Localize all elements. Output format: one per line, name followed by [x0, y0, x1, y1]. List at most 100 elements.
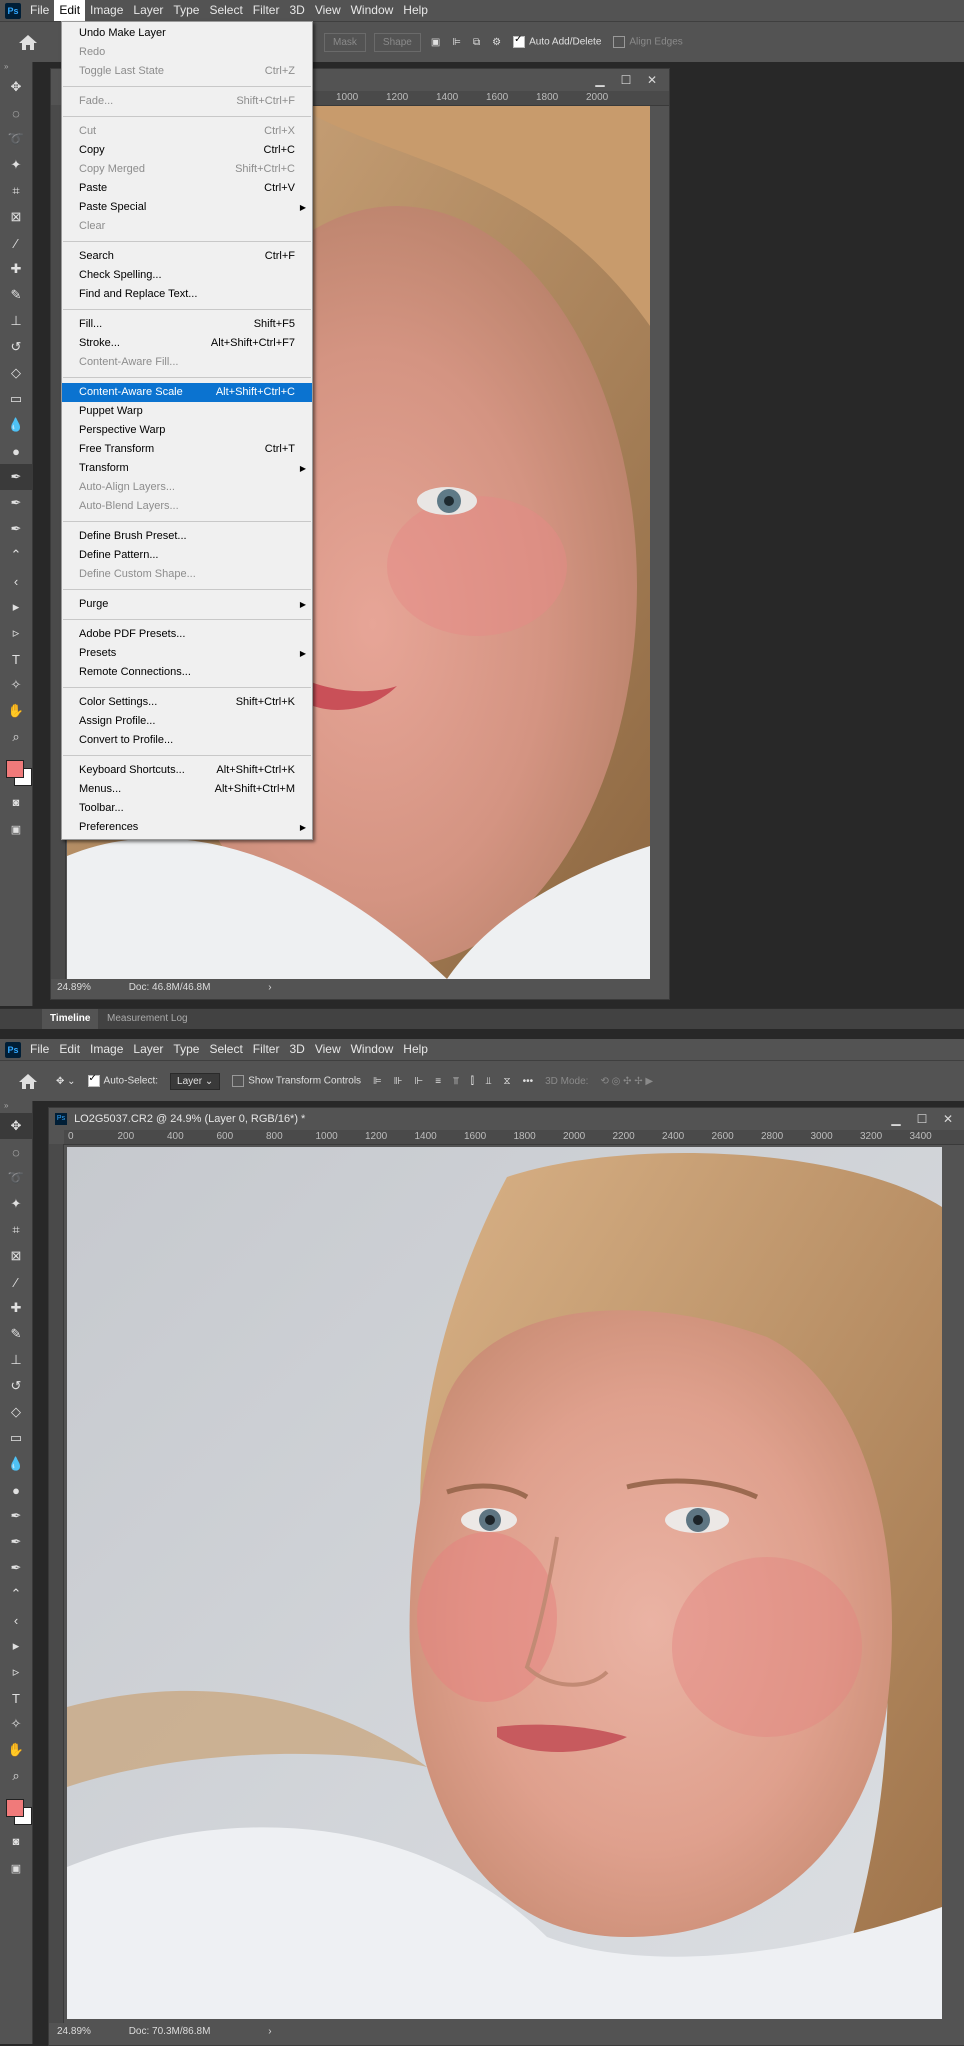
menu-type[interactable]: Type [168, 0, 204, 21]
menu-item-keyboard-shortcuts[interactable]: Keyboard Shortcuts... Alt+Shift+Ctrl+K [62, 761, 312, 780]
menu-item-define-brush-preset[interactable]: Define Brush Preset... [62, 527, 312, 546]
menu-item-redo[interactable]: Redo [62, 43, 312, 62]
menu-item-purge[interactable]: Purge ▶ [62, 595, 312, 614]
history-brush-tool-icon[interactable]: ↺ [0, 1373, 32, 1399]
menu-item-free-transform[interactable]: Free Transform Ctrl+T [62, 440, 312, 459]
direct-selection-tool-icon[interactable]: ▹ [0, 1659, 32, 1685]
align-bottom-icon[interactable]: ⫫ [486, 1076, 492, 1087]
menu-item-clear[interactable]: Clear [62, 217, 312, 236]
eraser-tool-icon[interactable]: ◇ [0, 360, 32, 386]
dodge-tool-icon[interactable]: ● [0, 438, 32, 464]
brush-tool-icon[interactable]: ✎ [0, 282, 32, 308]
distribute-vertical-icon[interactable]: ⧖ [504, 1076, 511, 1087]
add-anchor-tool-icon[interactable]: ⌃ [0, 542, 32, 568]
foreground-color-swatch[interactable] [6, 760, 24, 778]
healing-brush-tool-icon[interactable]: ✚ [0, 1295, 32, 1321]
align-center-icon[interactable]: ⊪ [394, 1076, 403, 1087]
menu-layer[interactable]: Layer [128, 1039, 168, 1060]
custom-shape-tool-icon[interactable]: ✧ [0, 1711, 32, 1737]
menu-item-copy[interactable]: Copy Ctrl+C [62, 141, 312, 160]
menu-item-check-spelling[interactable]: Check Spelling... [62, 266, 312, 285]
menu-item-remote-connections[interactable]: Remote Connections... [62, 663, 312, 682]
menu-item-undo-make-layer[interactable]: Undo Make Layer [62, 24, 312, 43]
menu-image[interactable]: Image [85, 0, 128, 21]
align-middle-icon[interactable]: ⫿ [471, 1076, 474, 1087]
document-tab-bottom[interactable]: Ps LO2G5037.CR2 @ 24.9% (Layer 0, RGB/16… [49, 1108, 964, 1130]
collapse-panel-icon[interactable]: » [0, 1101, 32, 1113]
more-options-icon[interactable]: ••• [523, 1076, 534, 1087]
menu-item-fill[interactable]: Fill... Shift+F5 [62, 315, 312, 334]
menu-window[interactable]: Window [346, 1039, 399, 1060]
menu-item-preferences[interactable]: Preferences ▶ [62, 818, 312, 837]
gradient-tool-icon[interactable]: ▭ [0, 1425, 32, 1451]
add-anchor-tool-icon[interactable]: ⌃ [0, 1581, 32, 1607]
menu-item-color-settings[interactable]: Color Settings... Shift+Ctrl+K [62, 693, 312, 712]
menu-item-cut[interactable]: Cut Ctrl+X [62, 122, 312, 141]
status-arrow-icon[interactable]: › [268, 982, 271, 993]
align-edges-checkbox[interactable]: Align Edges [613, 36, 683, 48]
menu-edit[interactable]: Edit [54, 0, 86, 21]
menu-layer[interactable]: Layer [128, 0, 168, 21]
shape-button[interactable]: Shape [373, 32, 421, 52]
collapse-panel-icon[interactable]: » [0, 62, 32, 74]
menu-item-fade[interactable]: Fade... Shift+Ctrl+F [62, 92, 312, 111]
convert-point-tool-icon[interactable]: ‹ [0, 1607, 32, 1633]
distribute-icon[interactable]: ≡ [435, 1076, 441, 1087]
freeform-pen-tool-icon[interactable]: ✒ [0, 1529, 32, 1555]
menu-item-content-aware-fill[interactable]: Content-Aware Fill... [62, 353, 312, 372]
menu-type[interactable]: Type [168, 1039, 204, 1060]
eyedropper-tool-icon[interactable]: ⁄ [0, 1269, 32, 1295]
3d-orbit-icon[interactable]: ⟲ ◎ ✣ ✢ ▶ [600, 1076, 653, 1087]
menu-item-stroke[interactable]: Stroke... Alt+Shift+Ctrl+F7 [62, 334, 312, 353]
color-swatches[interactable] [0, 750, 32, 790]
marquee-tool-icon[interactable]: ◌ [0, 1139, 32, 1165]
zoom-level[interactable]: 24.89% [57, 982, 91, 993]
crop-tool-icon[interactable]: ⌗ [0, 1217, 32, 1243]
curvature-pen-tool-icon[interactable]: ✒ [0, 516, 32, 542]
minimize-icon[interactable]: ▁ [883, 1108, 909, 1130]
blur-tool-icon[interactable]: 💧 [0, 1451, 32, 1477]
custom-shape-tool-icon[interactable]: ✧ [0, 672, 32, 698]
path-selection-tool-icon[interactable]: ▸ [0, 594, 32, 620]
history-brush-tool-icon[interactable]: ↺ [0, 334, 32, 360]
brush-tool-icon[interactable]: ✎ [0, 1321, 32, 1347]
menu-item-adobe-pdf-presets[interactable]: Adobe PDF Presets... [62, 625, 312, 644]
clone-stamp-tool-icon[interactable]: ⊥ [0, 308, 32, 334]
close-icon[interactable]: ✕ [935, 1108, 961, 1130]
zoom-tool-icon[interactable]: ⌕ [0, 724, 32, 750]
pen-tool-icon[interactable]: ✒ [0, 464, 32, 490]
menu-help[interactable]: Help [398, 1039, 433, 1060]
eyedropper-tool-icon[interactable]: ⁄ [0, 230, 32, 256]
align-left-icon[interactable]: ⊫ [373, 1076, 382, 1087]
menu-filter[interactable]: Filter [248, 0, 285, 21]
tab-timeline[interactable]: Timeline [42, 1009, 99, 1029]
auto-select-checkbox[interactable]: Auto-Select: [87, 1073, 158, 1087]
freeform-pen-tool-icon[interactable]: ✒ [0, 490, 32, 516]
path-alignment-icon[interactable]: ⊫ [452, 37, 461, 48]
menu-filter[interactable]: Filter [248, 1039, 285, 1060]
screen-mode-icon[interactable]: ▣ [0, 1855, 32, 1881]
menu-select[interactable]: Select [204, 1039, 247, 1060]
gradient-tool-icon[interactable]: ▭ [0, 386, 32, 412]
menu-item-puppet-warp[interactable]: Puppet Warp [62, 402, 312, 421]
menu-select[interactable]: Select [204, 0, 247, 21]
menu-item-search[interactable]: Search Ctrl+F [62, 247, 312, 266]
close-icon[interactable]: ✕ [639, 69, 665, 91]
menu-item-auto-blend-layers[interactable]: Auto-Blend Layers... [62, 497, 312, 516]
home-icon[interactable] [16, 1071, 40, 1091]
minimize-icon[interactable]: ▁ [587, 69, 613, 91]
menu-item-presets[interactable]: Presets ▶ [62, 644, 312, 663]
curvature-pen-tool-icon[interactable]: ✒ [0, 1555, 32, 1581]
type-tool-icon[interactable]: T [0, 646, 32, 672]
show-transform-controls-checkbox[interactable]: Show Transform Controls [232, 1075, 361, 1087]
path-arrangement-icon[interactable]: ⧉ [473, 37, 480, 48]
menu-help[interactable]: Help [398, 0, 433, 21]
type-tool-icon[interactable]: T [0, 1685, 32, 1711]
lasso-tool-icon[interactable]: ➰ [0, 126, 32, 152]
healing-brush-tool-icon[interactable]: ✚ [0, 256, 32, 282]
frame-tool-icon[interactable]: ⊠ [0, 1243, 32, 1269]
align-right-icon[interactable]: ⊩ [414, 1076, 423, 1087]
menu-item-menus[interactable]: Menus... Alt+Shift+Ctrl+M [62, 780, 312, 799]
quick-mask-icon[interactable]: ◙ [0, 790, 32, 816]
menu-3d[interactable]: 3D [284, 1039, 309, 1060]
